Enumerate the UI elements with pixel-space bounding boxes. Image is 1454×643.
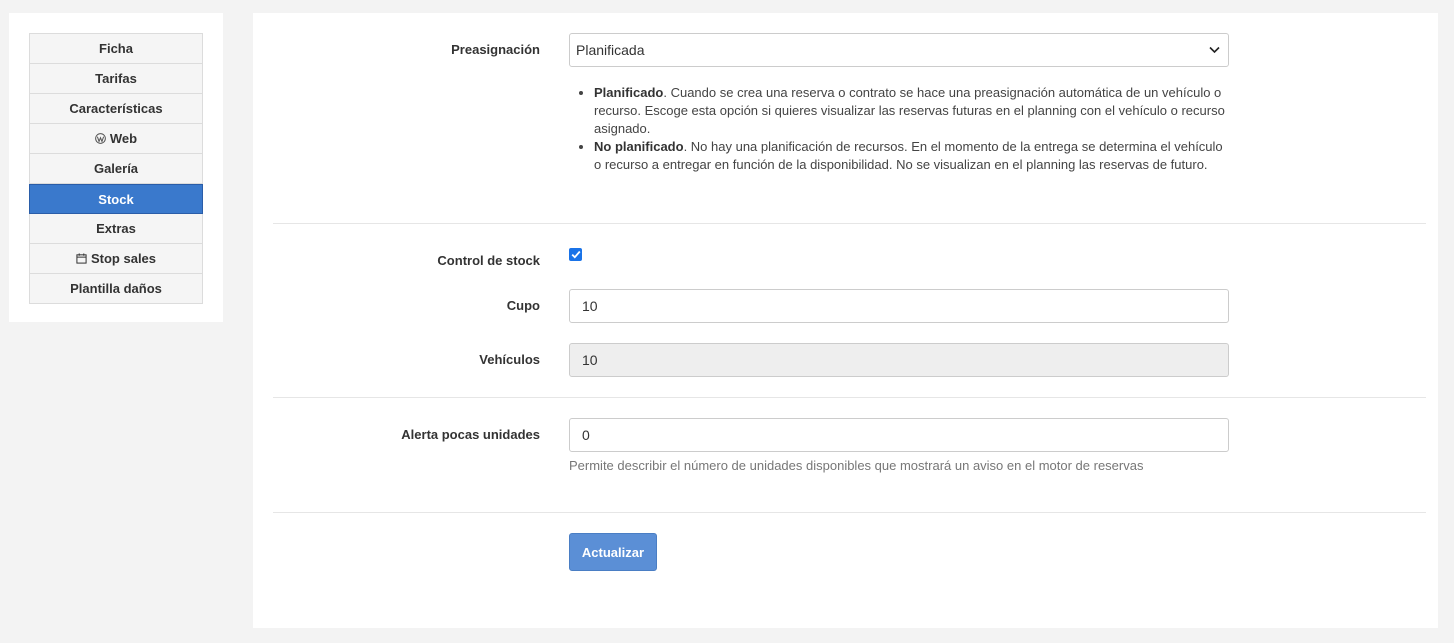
sidebar-item-label: Plantilla daños: [70, 281, 162, 296]
vehicles-value: 10: [582, 352, 598, 368]
low-units-alert-control: 0 Permite describir el número de unidade…: [569, 418, 1229, 473]
sidebar-item-label: Extras: [96, 221, 136, 236]
section-divider: [273, 397, 1426, 398]
low-units-alert-label: Alerta pocas unidades: [401, 427, 540, 442]
wordpress-icon: [95, 133, 106, 144]
section-divider: [273, 512, 1426, 513]
chevron-down-icon: [1209, 46, 1220, 54]
preassignment-selected-value: Planificada: [576, 42, 645, 58]
vehicles-input: 10: [569, 343, 1229, 377]
quota-value: 10: [582, 298, 598, 314]
sidebar-item-web[interactable]: Web: [29, 124, 203, 154]
sidebar-item-plantilla-danos[interactable]: Plantilla daños: [29, 274, 203, 304]
low-units-alert-value: 0: [582, 427, 590, 443]
submit-control: Actualizar: [569, 533, 1229, 571]
sidebar-item-extras[interactable]: Extras: [29, 214, 203, 244]
preassignment-help-list: Planificado. Cuando se crea una reserva …: [569, 84, 1229, 174]
low-units-alert-input[interactable]: 0: [569, 418, 1229, 452]
sidebar-item-label: Tarifas: [95, 71, 137, 86]
help-item-planned: Planificado. Cuando se crea una reserva …: [594, 84, 1229, 138]
preassignment-select[interactable]: Planificada: [569, 33, 1229, 67]
sidebar-item-label: Stop sales: [90, 251, 157, 266]
vehicles-label: Vehículos: [479, 352, 540, 367]
sidebar-item-label: Características: [69, 101, 163, 116]
help-item-text: . Cuando se crea una reserva o contrato …: [594, 85, 1225, 136]
sidebar-item-ficha[interactable]: Ficha: [29, 33, 203, 64]
sidebar-item-label: Stock: [98, 191, 134, 207]
sidebar-panel: Ficha Tarifas Características Web Galerí…: [9, 13, 223, 322]
stock-control-control: [569, 248, 1229, 261]
quota-label: Cupo: [506, 298, 540, 313]
calendar-icon: [76, 253, 87, 264]
low-units-alert-help: Permite describir el número de unidades …: [569, 458, 1144, 473]
checkmark-icon: [571, 250, 580, 259]
stock-control-checkbox[interactable]: [569, 248, 582, 261]
sidebar-item-stop-sales[interactable]: Stop sales: [29, 244, 203, 274]
sidebar-item-label: Ficha: [99, 41, 133, 56]
preassignment-label: Preasignación: [451, 42, 540, 57]
quota-control: 10: [569, 289, 1229, 323]
section-divider: [273, 223, 1426, 224]
sidebar-item-label: Galería: [93, 161, 139, 176]
stock-control-label: Control de stock: [437, 253, 540, 268]
side-menu: Ficha Tarifas Características Web Galerí…: [29, 33, 203, 304]
sidebar-item-tarifas[interactable]: Tarifas: [29, 64, 203, 94]
help-item-not-planned: No planificado. No hay una planificación…: [594, 138, 1229, 174]
update-button-label: Actualizar: [581, 544, 645, 560]
sidebar-item-caracteristicas[interactable]: Características: [29, 94, 203, 124]
help-item-title: Planificado: [594, 85, 664, 100]
update-button[interactable]: Actualizar: [569, 533, 657, 571]
sidebar-item-stock[interactable]: Stock: [29, 184, 203, 214]
preassignment-control: Planificada Planificado. Cuando se crea …: [569, 33, 1229, 174]
stock-form-panel: Preasignación Planificada Planificado. C…: [253, 13, 1438, 628]
sidebar-item-galeria[interactable]: Galería: [29, 154, 203, 184]
help-item-text: . No hay una planificación de recursos. …: [594, 139, 1223, 172]
vehicles-control: 10: [569, 343, 1229, 377]
sidebar-item-label: Web: [109, 131, 138, 146]
help-item-title: No planificado: [594, 139, 684, 154]
quota-input[interactable]: 10: [569, 289, 1229, 323]
